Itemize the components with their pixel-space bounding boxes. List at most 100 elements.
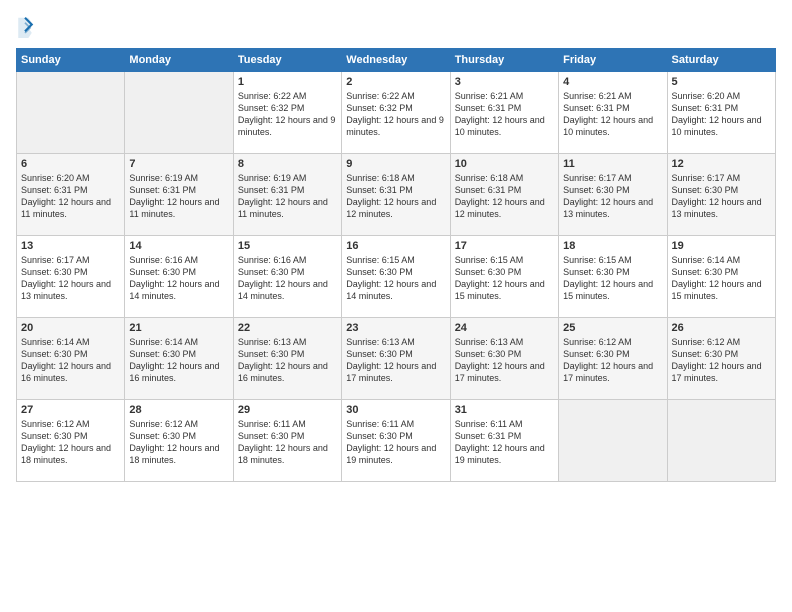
cell-content: Sunrise: 6:14 AMSunset: 6:30 PMDaylight:… bbox=[129, 336, 228, 385]
week-row-3: 13 Sunrise: 6:17 AMSunset: 6:30 PMDayligh… bbox=[17, 236, 776, 318]
cell-content: Sunrise: 6:21 AMSunset: 6:31 PMDaylight:… bbox=[455, 90, 554, 139]
day-number: 16 bbox=[346, 240, 445, 252]
cell-content: Sunrise: 6:11 AMSunset: 6:30 PMDaylight:… bbox=[238, 418, 337, 467]
day-header-friday: Friday bbox=[559, 49, 667, 72]
calendar-cell: 14 Sunrise: 6:16 AMSunset: 6:30 PMDayligh… bbox=[125, 236, 233, 318]
day-number: 25 bbox=[563, 322, 662, 334]
day-number: 4 bbox=[563, 76, 662, 88]
day-number: 21 bbox=[129, 322, 228, 334]
day-number: 24 bbox=[455, 322, 554, 334]
cell-content: Sunrise: 6:13 AMSunset: 6:30 PMDaylight:… bbox=[455, 336, 554, 385]
calendar-cell: 21 Sunrise: 6:14 AMSunset: 6:30 PMDayligh… bbox=[125, 318, 233, 400]
logo-icon bbox=[16, 16, 34, 38]
calendar-cell: 27Sunrise: 6:12 AMSunset: 6:30 PMDayligh… bbox=[17, 400, 125, 482]
cell-content: Sunrise: 6:15 AMSunset: 6:30 PMDaylight:… bbox=[455, 254, 554, 303]
day-header-saturday: Saturday bbox=[667, 49, 775, 72]
calendar-cell: 12 Sunrise: 6:17 AMSunset: 6:30 PMDayligh… bbox=[667, 154, 775, 236]
day-number: 27 bbox=[21, 404, 120, 416]
calendar-cell: 3 Sunrise: 6:21 AMSunset: 6:31 PMDaylight… bbox=[450, 72, 558, 154]
cell-content: Sunrise: 6:15 AMSunset: 6:30 PMDaylight:… bbox=[563, 254, 662, 303]
calendar-cell bbox=[667, 400, 775, 482]
calendar-cell: 31Sunrise: 6:11 AMSunset: 6:31 PMDayligh… bbox=[450, 400, 558, 482]
day-number: 2 bbox=[346, 76, 445, 88]
calendar-cell bbox=[559, 400, 667, 482]
calendar-cell: 7Sunrise: 6:19 AMSunset: 6:31 PMDaylight… bbox=[125, 154, 233, 236]
day-number: 8 bbox=[238, 158, 337, 170]
week-row-4: 20Sunrise: 6:14 AMSunset: 6:30 PMDayligh… bbox=[17, 318, 776, 400]
calendar-cell: 6 Sunrise: 6:20 AMSunset: 6:31 PMDaylight… bbox=[17, 154, 125, 236]
calendar-table: SundayMondayTuesdayWednesdayThursdayFrid… bbox=[16, 48, 776, 482]
calendar-cell bbox=[125, 72, 233, 154]
cell-content: Sunrise: 6:20 AMSunset: 6:31 PMDaylight:… bbox=[21, 172, 120, 221]
cell-content: Sunrise: 6:13 AMSunset: 6:30 PMDaylight:… bbox=[238, 336, 337, 385]
cell-content: Sunrise: 6:12 AMSunset: 6:30 PMDaylight:… bbox=[563, 336, 662, 385]
calendar-cell: 23 Sunrise: 6:13 AMSunset: 6:30 PMDayligh… bbox=[342, 318, 450, 400]
cell-content: Sunrise: 6:21 AMSunset: 6:31 PMDaylight:… bbox=[563, 90, 662, 139]
day-number: 23 bbox=[346, 322, 445, 334]
day-number: 10 bbox=[455, 158, 554, 170]
calendar-cell: 2 Sunrise: 6:22 AMSunset: 6:32 PMDaylight… bbox=[342, 72, 450, 154]
day-number: 19 bbox=[672, 240, 771, 252]
calendar-cell: 11 Sunrise: 6:17 AMSunset: 6:30 PMDayligh… bbox=[559, 154, 667, 236]
day-number: 15 bbox=[238, 240, 337, 252]
calendar-cell: 10 Sunrise: 6:18 AMSunset: 6:31 PMDayligh… bbox=[450, 154, 558, 236]
cell-content: Sunrise: 6:22 AMSunset: 6:32 PMDaylight:… bbox=[346, 90, 445, 139]
day-header-thursday: Thursday bbox=[450, 49, 558, 72]
cell-content: Sunrise: 6:17 AMSunset: 6:30 PMDaylight:… bbox=[21, 254, 120, 303]
cell-content: Sunrise: 6:17 AMSunset: 6:30 PMDaylight:… bbox=[563, 172, 662, 221]
calendar-cell: 13 Sunrise: 6:17 AMSunset: 6:30 PMDayligh… bbox=[17, 236, 125, 318]
cell-content: Sunrise: 6:15 AMSunset: 6:30 PMDaylight:… bbox=[346, 254, 445, 303]
day-number: 6 bbox=[21, 158, 120, 170]
cell-content: Sunrise: 6:18 AMSunset: 6:31 PMDaylight:… bbox=[455, 172, 554, 221]
calendar-cell: 25 Sunrise: 6:12 AMSunset: 6:30 PMDayligh… bbox=[559, 318, 667, 400]
calendar-cell: 17 Sunrise: 6:15 AMSunset: 6:30 PMDayligh… bbox=[450, 236, 558, 318]
calendar-cell: 4 Sunrise: 6:21 AMSunset: 6:31 PMDaylight… bbox=[559, 72, 667, 154]
cell-content: Sunrise: 6:20 AMSunset: 6:31 PMDaylight:… bbox=[672, 90, 771, 139]
cell-content: Sunrise: 6:19 AMSunset: 6:31 PMDaylight:… bbox=[238, 172, 337, 221]
cell-content: Sunrise: 6:16 AMSunset: 6:30 PMDaylight:… bbox=[238, 254, 337, 303]
day-number: 28 bbox=[129, 404, 228, 416]
day-number: 11 bbox=[563, 158, 662, 170]
day-number: 14 bbox=[129, 240, 228, 252]
calendar-cell: 19 Sunrise: 6:14 AMSunset: 6:30 PMDayligh… bbox=[667, 236, 775, 318]
header bbox=[16, 16, 776, 38]
calendar-cell: 24 Sunrise: 6:13 AMSunset: 6:30 PMDayligh… bbox=[450, 318, 558, 400]
calendar-cell: 8 Sunrise: 6:19 AMSunset: 6:31 PMDaylight… bbox=[233, 154, 341, 236]
calendar-cell: 26Sunrise: 6:12 AMSunset: 6:30 PMDayligh… bbox=[667, 318, 775, 400]
cell-content: Sunrise: 6:17 AMSunset: 6:30 PMDaylight:… bbox=[672, 172, 771, 221]
calendar-cell: 20Sunrise: 6:14 AMSunset: 6:30 PMDayligh… bbox=[17, 318, 125, 400]
header-row: SundayMondayTuesdayWednesdayThursdayFrid… bbox=[17, 49, 776, 72]
cell-content: Sunrise: 6:11 AMSunset: 6:30 PMDaylight:… bbox=[346, 418, 445, 467]
cell-content: Sunrise: 6:13 AMSunset: 6:30 PMDaylight:… bbox=[346, 336, 445, 385]
day-header-wednesday: Wednesday bbox=[342, 49, 450, 72]
calendar-cell: 15 Sunrise: 6:16 AMSunset: 6:30 PMDayligh… bbox=[233, 236, 341, 318]
day-number: 3 bbox=[455, 76, 554, 88]
day-number: 17 bbox=[455, 240, 554, 252]
cell-content: Sunrise: 6:22 AMSunset: 6:32 PMDaylight:… bbox=[238, 90, 337, 139]
day-header-monday: Monday bbox=[125, 49, 233, 72]
cell-content: Sunrise: 6:14 AMSunset: 6:30 PMDaylight:… bbox=[672, 254, 771, 303]
cell-content: Sunrise: 6:18 AMSunset: 6:31 PMDaylight:… bbox=[346, 172, 445, 221]
day-header-sunday: Sunday bbox=[17, 49, 125, 72]
calendar-cell bbox=[17, 72, 125, 154]
week-row-5: 27Sunrise: 6:12 AMSunset: 6:30 PMDayligh… bbox=[17, 400, 776, 482]
day-number: 29 bbox=[238, 404, 337, 416]
cell-content: Sunrise: 6:12 AMSunset: 6:30 PMDaylight:… bbox=[672, 336, 771, 385]
day-number: 30 bbox=[346, 404, 445, 416]
day-number: 9 bbox=[346, 158, 445, 170]
day-header-tuesday: Tuesday bbox=[233, 49, 341, 72]
day-number: 12 bbox=[672, 158, 771, 170]
calendar-cell: 29 Sunrise: 6:11 AMSunset: 6:30 PMDayligh… bbox=[233, 400, 341, 482]
cell-content: Sunrise: 6:19 AMSunset: 6:31 PMDaylight:… bbox=[129, 172, 228, 221]
day-number: 5 bbox=[672, 76, 771, 88]
day-number: 13 bbox=[21, 240, 120, 252]
day-number: 18 bbox=[563, 240, 662, 252]
calendar-cell: 16 Sunrise: 6:15 AMSunset: 6:30 PMDayligh… bbox=[342, 236, 450, 318]
cell-content: Sunrise: 6:16 AMSunset: 6:30 PMDaylight:… bbox=[129, 254, 228, 303]
calendar-cell: 18 Sunrise: 6:15 AMSunset: 6:30 PMDayligh… bbox=[559, 236, 667, 318]
day-number: 31 bbox=[455, 404, 554, 416]
week-row-2: 6 Sunrise: 6:20 AMSunset: 6:31 PMDaylight… bbox=[17, 154, 776, 236]
calendar-cell: 9 Sunrise: 6:18 AMSunset: 6:31 PMDaylight… bbox=[342, 154, 450, 236]
logo bbox=[16, 16, 38, 38]
calendar-cell: 1Sunrise: 6:22 AMSunset: 6:32 PMDaylight… bbox=[233, 72, 341, 154]
